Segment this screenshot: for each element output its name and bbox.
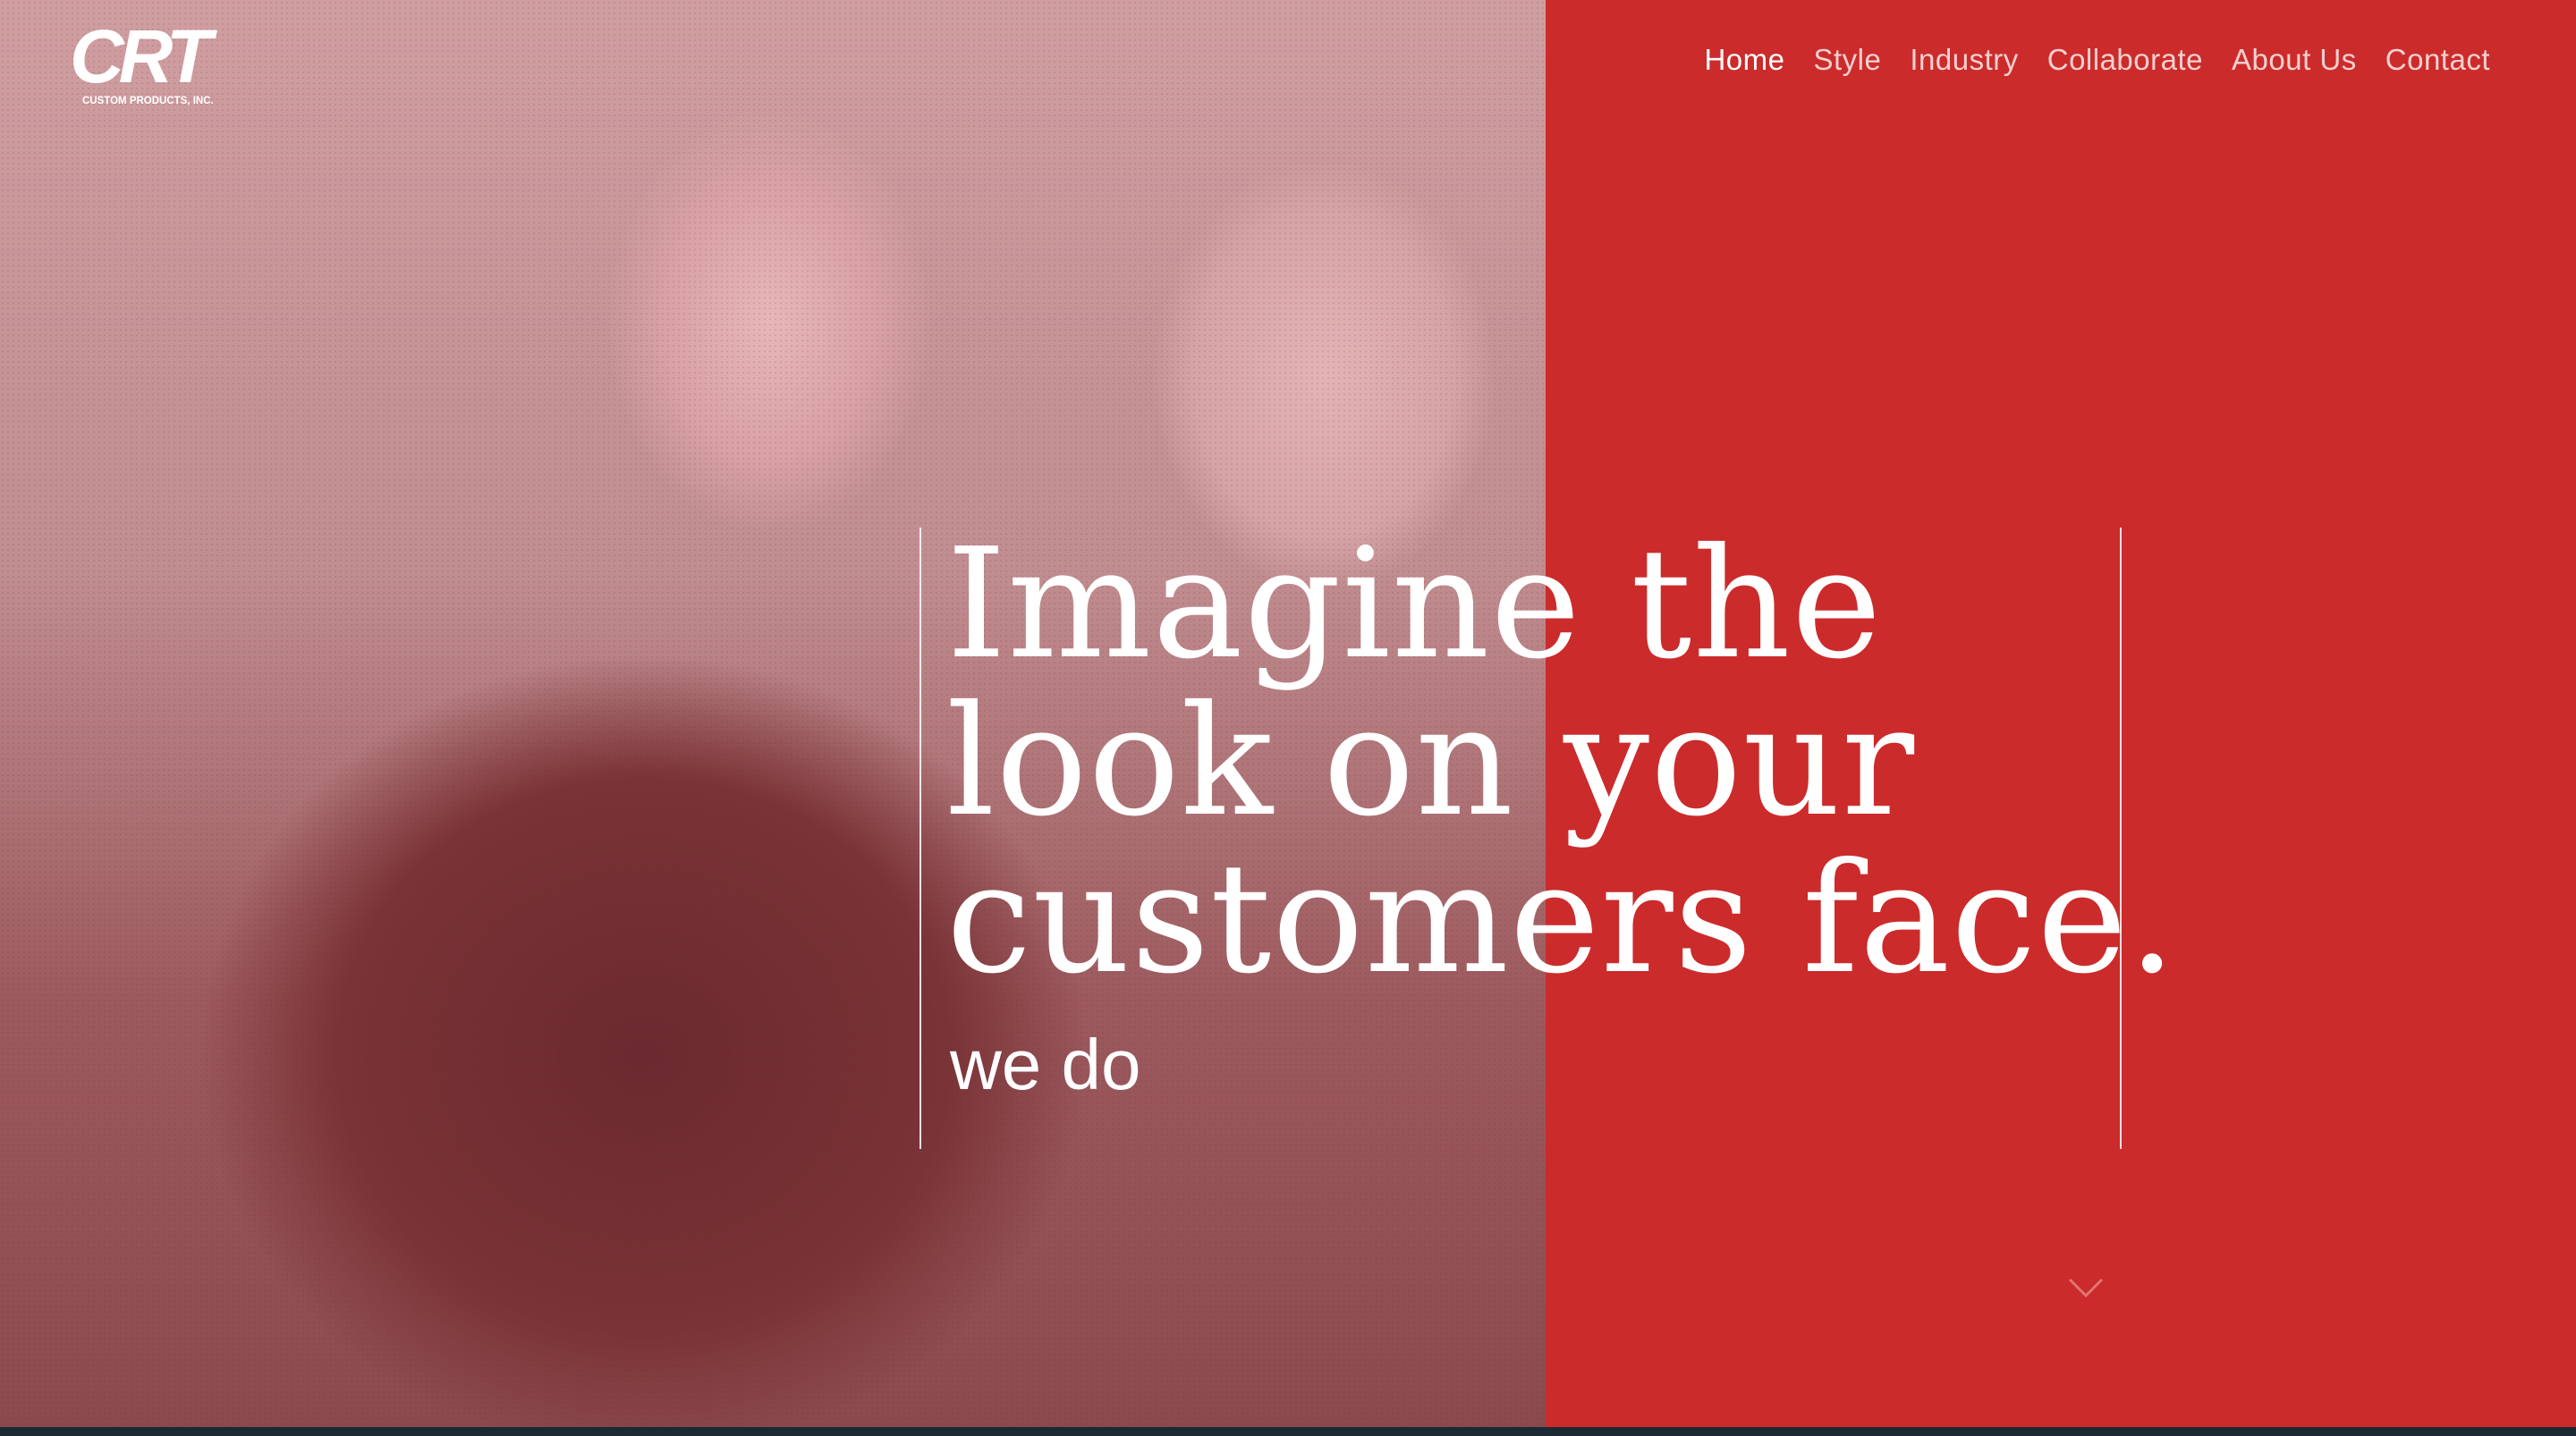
crt-logo: CRT CUSTOM PRODUCTS, INC. <box>70 14 224 106</box>
logo-tagline: CUSTOM PRODUCTS, INC. <box>82 96 214 106</box>
hero-headline: Imagine the look on your customers face. <box>946 516 2178 1008</box>
chevron-down-icon[interactable] <box>2066 1274 2106 1301</box>
logo-link[interactable]: CRT CUSTOM PRODUCTS, INC. <box>70 14 258 109</box>
hero-headline-line: look on your <box>946 673 1916 850</box>
hero-headline-line: customers face. <box>946 831 2178 1008</box>
hero-subline: we do <box>950 1025 1141 1104</box>
bottom-strip <box>0 1427 2576 1436</box>
main-nav: Home Style Industry Collaborate About Us… <box>1704 43 2490 77</box>
hero-divider-left <box>919 528 921 1149</box>
hero-headline-line: Imagine the <box>946 516 1883 693</box>
nav-about-us[interactable]: About Us <box>2232 43 2357 77</box>
nav-industry[interactable]: Industry <box>1910 43 2018 77</box>
nav-home[interactable]: Home <box>1704 43 1784 77</box>
nav-collaborate[interactable]: Collaborate <box>2047 43 2203 77</box>
nav-style[interactable]: Style <box>1813 43 1881 77</box>
logo-mark: CRT <box>70 20 218 98</box>
page: CRT CUSTOM PRODUCTS, INC. Home Style Ind… <box>0 0 2576 1436</box>
nav-contact[interactable]: Contact <box>2385 43 2490 77</box>
